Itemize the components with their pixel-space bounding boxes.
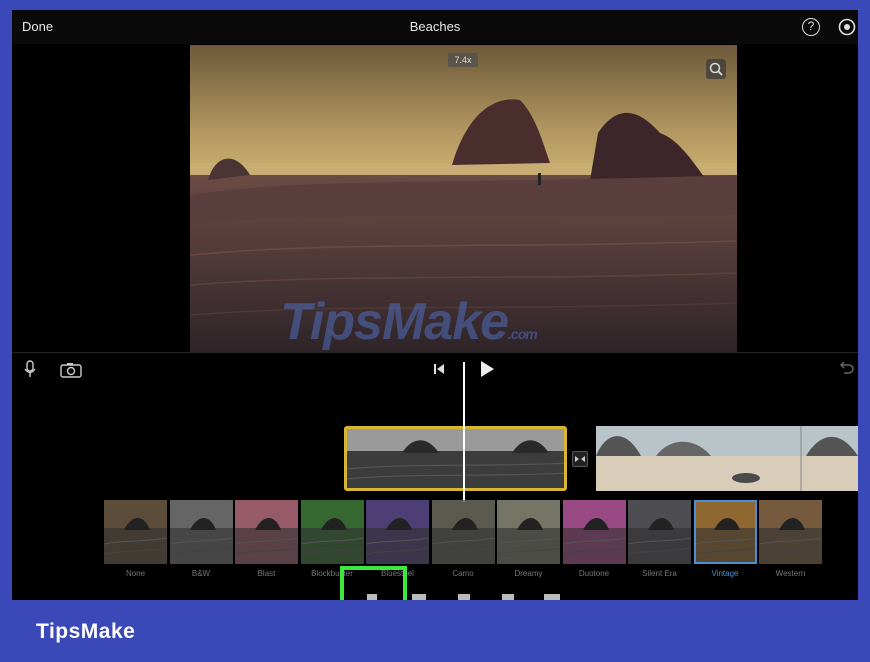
filter-label: Duotone (578, 569, 610, 578)
filter-thumbnail (104, 500, 167, 564)
filter-silent-era[interactable]: Silent Era (628, 500, 691, 580)
tool-icon-2[interactable] (412, 594, 426, 600)
filter-thumbnail (169, 500, 233, 564)
tool-icon-4[interactable] (502, 594, 514, 600)
zoom-icon[interactable] (706, 59, 726, 79)
filter-thumbnail (693, 500, 757, 564)
microphone-icon[interactable] (22, 360, 38, 378)
selected-clip[interactable] (344, 426, 567, 491)
filter-blast[interactable]: Blast (235, 500, 298, 580)
divider (12, 352, 858, 353)
filter-duotone[interactable]: Duotone (562, 500, 626, 580)
filter-label: Dreamy (514, 569, 543, 578)
filter-western[interactable]: Western (759, 500, 822, 580)
filter-thumbnail (366, 500, 429, 564)
skip-back-icon[interactable] (432, 362, 446, 376)
filter-label: Blast (257, 569, 276, 578)
tool-icon-5[interactable] (544, 594, 560, 600)
filter-thumbnail (300, 500, 364, 564)
filter-thumbnail (497, 500, 560, 564)
filter-camo[interactable]: Camo (431, 500, 495, 580)
filter-dreamy[interactable]: Dreamy (497, 500, 560, 580)
camera-icon[interactable] (60, 362, 82, 378)
next-clip[interactable] (596, 426, 858, 491)
filter-thumbnail (235, 500, 298, 564)
filter-vintage[interactable]: Vintage (693, 500, 757, 580)
zoom-level-badge: 7.4x (448, 53, 478, 67)
filter-label: None (125, 569, 146, 578)
filter-label: B&W (191, 569, 211, 578)
filter-label: Western (775, 569, 806, 578)
filter-label: Camo (452, 569, 474, 578)
play-icon[interactable] (478, 360, 496, 378)
project-title: Beaches (409, 19, 461, 34)
brand-label: TipsMake (36, 620, 136, 643)
top-bar: Done Beaches ? (12, 10, 858, 44)
watermark: TipsMake.com (280, 293, 538, 351)
filter-thumbnail (759, 500, 822, 564)
settings-icon[interactable] (838, 18, 856, 36)
help-icon[interactable]: ? (802, 18, 820, 36)
filter-label: Silent Era (642, 569, 677, 578)
transition-icon[interactable] (572, 451, 588, 467)
filter-picker: None B&W Blast Blockbuster Bluesteel Camo Drea… (104, 500, 824, 588)
tool-icon-1[interactable] (367, 594, 377, 600)
filter-thumbnail (628, 500, 691, 564)
filter-b-w[interactable]: B&W (169, 500, 233, 580)
filter-label: Vintage (711, 569, 739, 578)
tool-icon-3[interactable] (458, 594, 470, 600)
filter-thumbnail (431, 500, 495, 564)
filter-thumbnail (562, 500, 626, 564)
filter-none[interactable]: None (104, 500, 167, 580)
playhead[interactable] (463, 362, 465, 502)
undo-icon[interactable] (838, 360, 854, 376)
